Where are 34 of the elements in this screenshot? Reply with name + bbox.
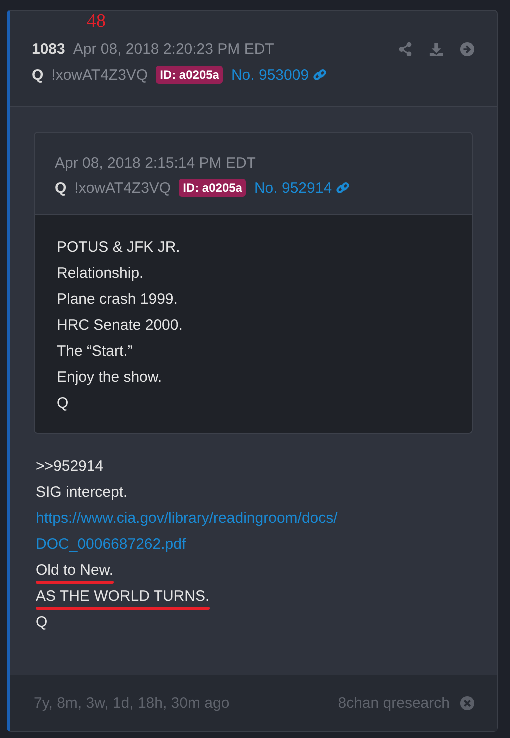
annotation-number: 48 bbox=[87, 11, 106, 33]
post-number-link[interactable]: No. 953009 bbox=[231, 66, 310, 84]
quote-line: POTUS & JFK JR. bbox=[57, 238, 180, 258]
post-timestamp: Apr 08, 2018 2:20:23 PM EDT bbox=[73, 40, 274, 58]
quote-line: Enjoy the show. bbox=[57, 368, 162, 388]
quote-line: Q bbox=[57, 394, 69, 414]
id-badge: ID: a0205a bbox=[179, 179, 246, 197]
author-name: Q bbox=[32, 66, 44, 84]
tripcode: !xowAT4Z3VQ bbox=[52, 66, 148, 84]
link-icon[interactable] bbox=[313, 68, 328, 82]
quote-line: HRC Senate 2000. bbox=[57, 316, 183, 336]
post-line: AS THE WORLD TURNS. bbox=[36, 587, 210, 607]
post-number: 1083 bbox=[32, 40, 66, 58]
author-name: Q bbox=[55, 180, 67, 196]
arrow-right-icon[interactable] bbox=[460, 42, 475, 56]
post-line: Q bbox=[36, 613, 48, 633]
quote-line: The “Start.” bbox=[57, 342, 133, 362]
close-icon[interactable] bbox=[460, 696, 475, 710]
post-age: 7y, 8m, 3w, 1d, 18h, 30m ago bbox=[34, 694, 230, 712]
post-number-link[interactable]: No. 952914 bbox=[254, 180, 332, 196]
quote-line: Relationship. bbox=[57, 264, 144, 284]
id-badge: ID: a0205a bbox=[156, 66, 224, 84]
post-line: Old to New. bbox=[36, 561, 114, 581]
share-icon[interactable] bbox=[398, 42, 413, 56]
download-icon[interactable] bbox=[429, 42, 444, 56]
link-icon[interactable] bbox=[336, 181, 350, 195]
post-line: >>952914 bbox=[36, 457, 104, 477]
quote-timestamp: Apr 08, 2018 2:15:14 PM EDT bbox=[55, 155, 257, 172]
tripcode: !xowAT4Z3VQ bbox=[74, 180, 172, 196]
post-line: SIG intercept. bbox=[36, 483, 128, 503]
document-link[interactable]: https://www.cia.gov/library/readingroom/docs/ bbox=[36, 506, 338, 532]
source-label: 8chan qresearch bbox=[338, 694, 450, 712]
document-link[interactable]: DOC_0006687262.pdf bbox=[36, 532, 186, 558]
quote-line: Plane crash 1999. bbox=[57, 290, 178, 310]
